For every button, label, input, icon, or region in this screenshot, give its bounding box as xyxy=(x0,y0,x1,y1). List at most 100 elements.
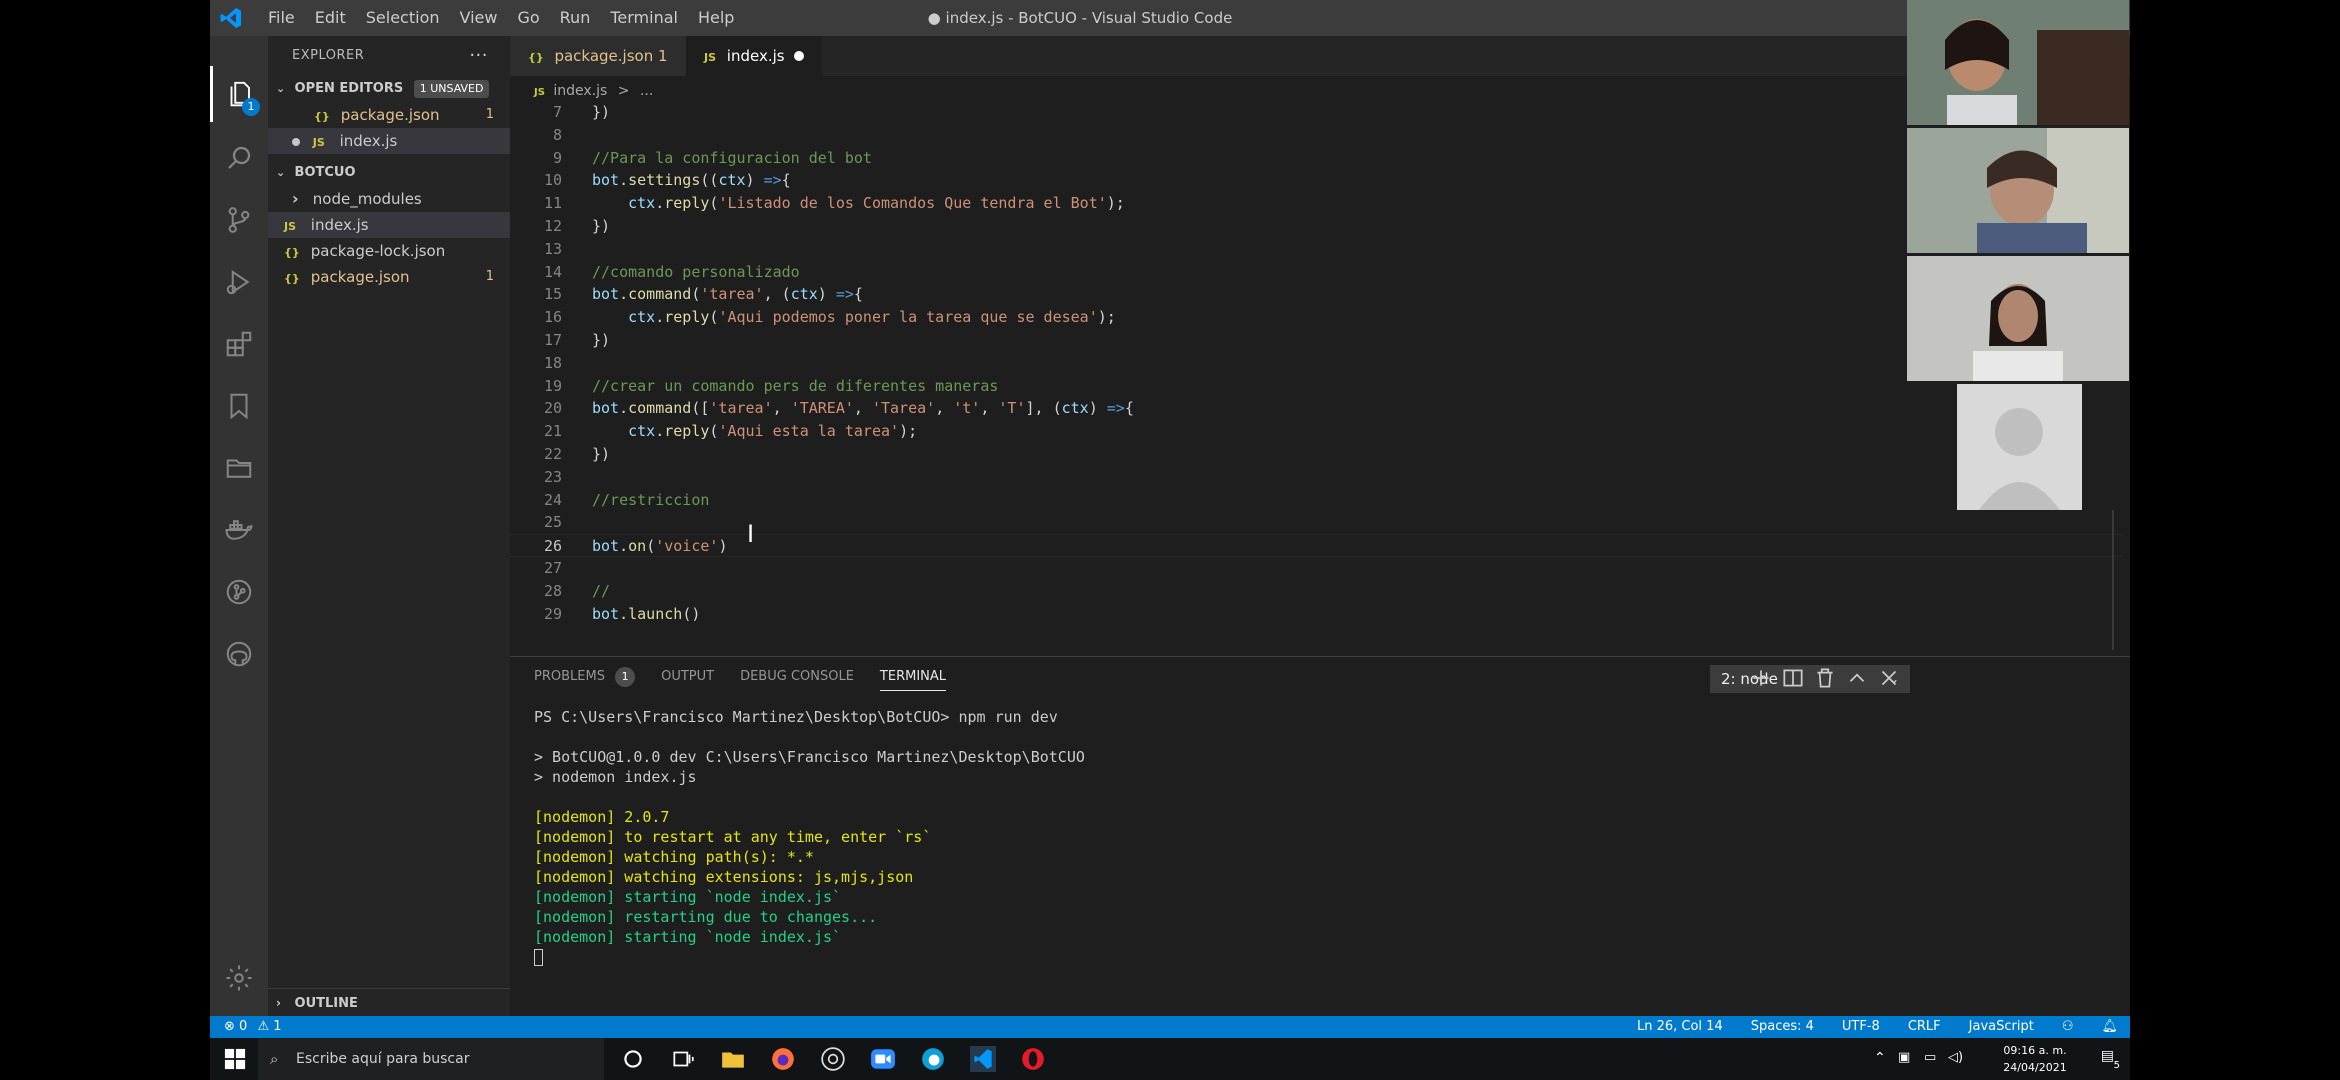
breadcrumb-symbol[interactable]: ... xyxy=(640,83,653,99)
new-terminal-icon[interactable] xyxy=(1748,665,1774,691)
code-line[interactable]: 7}) xyxy=(510,101,2122,124)
folder-icon[interactable] xyxy=(221,450,257,486)
bookmark-icon[interactable] xyxy=(221,388,257,424)
github-icon[interactable] xyxy=(221,636,257,672)
network-icon[interactable]: ▣ xyxy=(1898,1050,1910,1065)
code-line[interactable]: 13 xyxy=(510,238,2122,261)
code-line[interactable]: 22}) xyxy=(510,443,2122,466)
chrome-icon[interactable] xyxy=(820,1046,846,1072)
code-line[interactable]: 10 bot.settings((ctx) =>{ xyxy=(510,169,2122,192)
edge-icon[interactable] xyxy=(920,1046,946,1072)
panel-tabs: PROBLEMS 1 OUTPUT DEBUG CONSOLE TERMINAL xyxy=(534,657,972,697)
tree-item-node-modules[interactable]: › node_modules xyxy=(268,186,510,212)
tab-problems[interactable]: PROBLEMS 1 xyxy=(534,657,636,697)
video-tile-4[interactable] xyxy=(1957,384,2082,510)
taskbar-search[interactable]: ⌕ Escribe aquí para buscar xyxy=(258,1038,604,1080)
windows-taskbar: ⌕ Escribe aquí para buscar ⌃ ▣ ▭ ◁) 09:1… xyxy=(210,1038,2130,1080)
video-tile-1[interactable] xyxy=(1907,0,2129,125)
video-tile-2[interactable] xyxy=(1907,128,2129,253)
line-text: //restriccion xyxy=(592,490,710,509)
code-line[interactable]: 9 //Para la configuracion del bot xyxy=(510,147,2122,170)
tab-debug-console[interactable]: DEBUG CONSOLE xyxy=(740,657,854,697)
source-control-icon[interactable] xyxy=(221,202,257,238)
line-text: bot.launch() xyxy=(592,604,701,623)
task-view-icon[interactable] xyxy=(670,1046,696,1072)
warning-count: ⚠ 1 xyxy=(257,1019,282,1034)
code-line[interactable]: 23 xyxy=(510,466,2122,489)
tab-terminal[interactable]: TERMINAL xyxy=(879,657,947,691)
line-number: 19 xyxy=(543,376,562,395)
status-problems[interactable]: ⊗ 0 ⚠ 1 xyxy=(224,1016,282,1038)
terminal-prompt-line[interactable] xyxy=(534,947,1085,967)
zoom-icon[interactable] xyxy=(870,1046,896,1072)
code-line[interactable]: 21 ctx.reply('Aqui esta la tarea'); xyxy=(510,420,2122,443)
code-line[interactable]: 29 bot.launch() xyxy=(510,603,2122,626)
encoding[interactable]: UTF-8 xyxy=(1842,1016,1880,1038)
cortana-icon[interactable] xyxy=(620,1046,646,1072)
tree-item-package-json[interactable]: {} package.json 1 xyxy=(268,264,510,290)
status-bar: ⊗ 0 ⚠ 1 Ln 26, Col 14 Spaces: 4 UTF-8 CR… xyxy=(210,1016,2130,1038)
language-mode[interactable]: JavaScript xyxy=(1969,1016,2034,1038)
git-graph-icon[interactable] xyxy=(221,574,257,610)
search-icon[interactable] xyxy=(221,140,257,176)
settings-gear-icon[interactable] xyxy=(221,960,257,996)
open-editors-section[interactable]: ⌄ OPEN EDITORS 1 UNSAVED xyxy=(268,76,510,102)
notification-count: 5 xyxy=(2113,1060,2120,1071)
windows-start-icon[interactable] xyxy=(224,1048,246,1070)
tab-index-js[interactable]: JS index.js xyxy=(686,36,822,76)
tree-item-package-lock-json[interactable]: {} package-lock.json xyxy=(268,238,510,264)
vscode-taskbar-icon[interactable] xyxy=(970,1046,996,1072)
run-debug-icon[interactable] xyxy=(221,264,257,300)
code-line[interactable]: 19 //crear un comando pers de diferentes … xyxy=(510,375,2122,398)
open-editor-index-js[interactable]: JS index.js xyxy=(268,128,510,154)
split-terminal-icon[interactable] xyxy=(1780,665,1806,691)
cursor-position[interactable]: Ln 26, Col 14 xyxy=(1637,1016,1723,1038)
code-line[interactable]: 18 xyxy=(510,352,2122,375)
file-explorer-icon[interactable] xyxy=(720,1046,746,1072)
trash-icon[interactable] xyxy=(1812,665,1838,691)
video-tile-3[interactable] xyxy=(1907,256,2129,381)
code-line[interactable]: 27 xyxy=(510,557,2122,580)
code-line[interactable]: 24 //restriccion xyxy=(510,489,2122,512)
json-file-icon: {} xyxy=(314,110,330,123)
tab-package-json[interactable]: {} package.json 1 xyxy=(510,36,686,76)
extensions-icon[interactable] xyxy=(221,326,257,362)
indentation[interactable]: Spaces: 4 xyxy=(1751,1016,1814,1038)
taskbar-clock[interactable]: 09:16 a. m. 24/04/2021 xyxy=(2000,1042,2070,1076)
line-number: 28 xyxy=(543,581,562,600)
feedback-icon[interactable]: ⚇ xyxy=(2062,1016,2074,1038)
editor-scrollbar[interactable] xyxy=(2112,510,2114,650)
docker-icon[interactable] xyxy=(221,512,257,548)
code-line[interactable]: 8 xyxy=(510,124,2122,147)
battery-icon[interactable]: ▭ xyxy=(1924,1050,1936,1065)
code-line[interactable]: 14 //comando personalizado xyxy=(510,261,2122,284)
code-line[interactable]: 20 bot.command(['tarea', 'TAREA', 'Tarea'… xyxy=(510,397,2122,420)
unsaved-dot-icon[interactable] xyxy=(794,51,804,61)
volume-icon[interactable]: ◁) xyxy=(1948,1050,1963,1065)
close-panel-icon[interactable] xyxy=(1876,665,1902,691)
project-section[interactable]: ⌄ BOTCUO xyxy=(268,160,510,186)
more-actions-icon[interactable]: ··· xyxy=(469,36,488,76)
opera-icon[interactable] xyxy=(1020,1046,1046,1072)
code-editor[interactable]: 7}) 8 9//Para la configuracion del bot 10 bo… xyxy=(510,101,2122,641)
breadcrumb-separator: > xyxy=(617,83,630,99)
breadcrumb-file[interactable]: index.js xyxy=(553,83,607,99)
notifications-bell-icon[interactable]: 🔔︎ xyxy=(2101,1016,2118,1038)
line-ending[interactable]: CRLF xyxy=(1908,1016,1941,1038)
maximize-panel-icon[interactable] xyxy=(1844,665,1870,691)
notification-center-icon[interactable]: ▤ xyxy=(2101,1048,2114,1064)
code-line[interactable]: 17}) xyxy=(510,329,2122,352)
outline-section[interactable]: › OUTLINE xyxy=(268,988,510,1016)
firefox-icon[interactable] xyxy=(770,1046,796,1072)
code-line[interactable]: 15 bot.command('tarea', (ctx) =>{ xyxy=(510,283,2122,306)
open-editor-package-json[interactable]: {} package.json 1 xyxy=(268,102,510,128)
code-line[interactable]: 16 ctx.reply('Aqui podemos poner la tare… xyxy=(510,306,2122,329)
tree-item-index-js[interactable]: JS index.js xyxy=(268,212,510,238)
tab-output[interactable]: OUTPUT xyxy=(661,657,714,697)
code-line[interactable]: 11 ctx.reply('Listado de los Comandos Qu… xyxy=(510,192,2122,215)
terminal-output[interactable]: PS C:\Users\Francisco Martinez\Desktop\B… xyxy=(534,707,1085,967)
terminal-cursor xyxy=(534,949,543,966)
code-line[interactable]: 12}) xyxy=(510,215,2122,238)
code-line[interactable]: 28 // xyxy=(510,580,2122,603)
tray-chevron-up-icon[interactable]: ⌃ xyxy=(1874,1050,1886,1066)
